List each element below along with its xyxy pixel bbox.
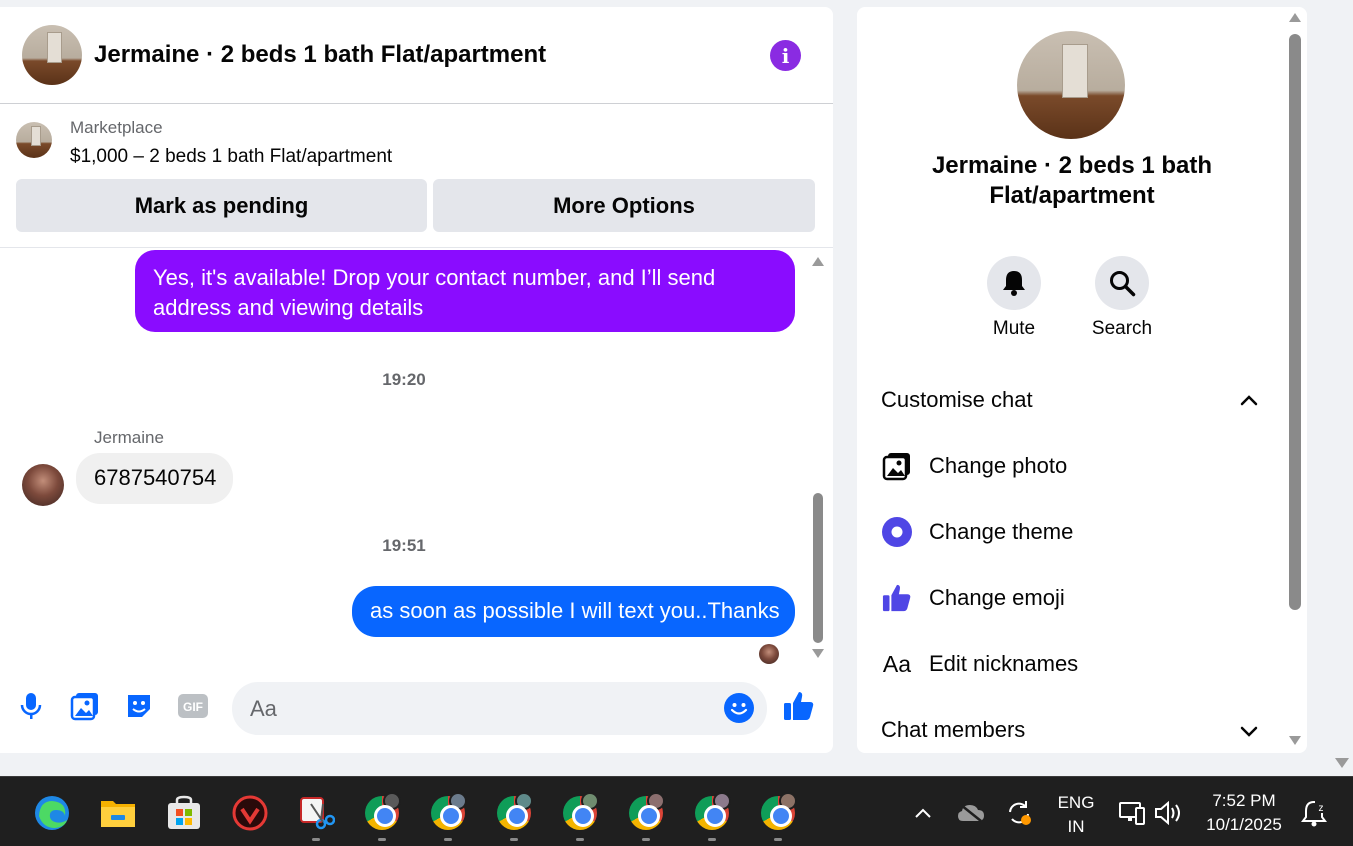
scrollbar-thumb[interactable] <box>1289 34 1301 610</box>
chat-members-label: Chat members <box>881 717 1026 742</box>
network-icon[interactable] <box>1112 793 1152 833</box>
chat-header: Jermaine · 2 beds 1 bath Flat/apartment … <box>0 7 833 104</box>
bell-icon <box>1003 271 1025 296</box>
input-language-indicator[interactable]: ENG IN <box>1052 791 1100 839</box>
conversation-avatar[interactable] <box>1017 31 1125 139</box>
region-code: IN <box>1067 817 1085 836</box>
chat-panel: Jermaine · 2 beds 1 bath Flat/apartment … <box>0 7 833 753</box>
snipping-tool-icon[interactable] <box>296 793 336 833</box>
message-timestamp: 19:20 <box>382 370 426 389</box>
chrome-profile-3-icon[interactable] <box>494 792 534 833</box>
marketplace-listing-title[interactable]: $1,000 – 2 beds 1 bath Flat/apartment <box>70 146 392 168</box>
chrome-profile-4-icon[interactable] <box>560 792 600 833</box>
message-input[interactable] <box>232 682 767 735</box>
scroll-up-arrow-icon[interactable] <box>1289 13 1301 22</box>
marketplace-bar: Marketplace $1,000 – 2 beds 1 bath Flat/… <box>0 104 833 248</box>
more-options-button[interactable]: More Options <box>433 179 815 232</box>
thumbs-up-send-icon[interactable] <box>783 690 815 722</box>
sync-status-icon[interactable] <box>999 793 1039 833</box>
svg-text:z: z <box>1319 803 1324 814</box>
clock[interactable]: 7:52 PM 10/1/2025 <box>1196 789 1292 837</box>
listing-avatar[interactable] <box>22 25 82 85</box>
mute-label: Mute <box>992 318 1036 339</box>
seen-indicator-avatar <box>759 644 779 664</box>
chat-title[interactable]: Jermaine · 2 beds 1 bath Flat/apartment <box>94 41 546 69</box>
running-indicator <box>774 838 782 841</box>
running-indicator <box>444 838 452 841</box>
theme-icon <box>881 516 913 548</box>
thumbs-up-icon <box>881 582 913 614</box>
photo-icon <box>881 450 913 482</box>
gif-icon[interactable]: GIF <box>177 690 209 722</box>
file-explorer-icon[interactable] <box>98 793 138 833</box>
message-list: Yes, it's available! Drop your contact n… <box>0 250 808 670</box>
clock-date: 10/1/2025 <box>1206 815 1282 834</box>
search-label: Search <box>1091 318 1153 339</box>
mute-button[interactable] <box>987 256 1041 310</box>
show-hidden-icons-chevron-icon[interactable] <box>903 793 943 833</box>
chrome-profile-1-icon[interactable] <box>362 792 402 833</box>
scroll-down-arrow-icon[interactable] <box>1289 736 1301 745</box>
change-theme-label: Change theme <box>929 519 1074 544</box>
language-code: ENG <box>1057 793 1095 812</box>
message-composer: GIF <box>0 680 833 736</box>
page-scroll-down-arrow-icon[interactable] <box>1335 758 1349 768</box>
message-timestamp: 19:51 <box>382 536 426 555</box>
mark-as-pending-button[interactable]: Mark as pending <box>16 179 427 232</box>
chat-members-header[interactable]: Chat members <box>881 717 1261 743</box>
info-panel-scrollbar[interactable] <box>1288 10 1302 750</box>
chrome-profile-2-icon[interactable] <box>428 792 468 833</box>
customise-chat-label: Customise chat <box>881 387 1033 412</box>
scrollbar-thumb[interactable] <box>813 493 823 643</box>
scroll-up-arrow-icon[interactable] <box>812 257 824 266</box>
sticker-icon[interactable] <box>123 690 155 722</box>
clock-time: 7:52 PM <box>1212 791 1276 810</box>
emoji-icon[interactable] <box>724 693 754 723</box>
customise-chat-header[interactable]: Customise chat <box>881 387 1261 413</box>
windows-taskbar: ENG IN 7:52 PM 10/1/2025 z <box>0 776 1353 846</box>
volume-icon[interactable] <box>1148 793 1188 833</box>
running-indicator <box>312 838 320 841</box>
change-photo-label: Change photo <box>929 453 1068 478</box>
chrome-profile-5-icon[interactable] <box>626 792 666 833</box>
chevron-up-icon[interactable] <box>1237 389 1261 413</box>
microphone-icon[interactable] <box>15 690 47 722</box>
change-emoji-item[interactable]: Change emoji <box>881 578 1261 618</box>
edit-nicknames-label: Edit nicknames <box>929 651 1079 676</box>
text-aa-icon: Aa <box>882 650 912 677</box>
onedrive-cloud-icon[interactable] <box>951 793 991 833</box>
incoming-message[interactable]: 6787540754 <box>76 453 233 504</box>
conversation-title: Jermaine · 2 beds 1 bath Flat/apartment <box>931 152 1213 209</box>
chevron-down-icon[interactable] <box>1237 719 1261 743</box>
sender-avatar[interactable] <box>22 464 64 506</box>
sender-name: Jermaine <box>94 428 164 447</box>
antivirus-app-icon[interactable] <box>230 793 270 833</box>
running-indicator <box>576 838 584 841</box>
scroll-down-arrow-icon[interactable] <box>812 649 824 658</box>
chrome-profile-6-icon[interactable] <box>692 792 732 833</box>
info-icon[interactable]: i <box>770 40 801 71</box>
running-indicator <box>708 838 716 841</box>
chrome-profile-7-icon[interactable] <box>758 792 798 833</box>
running-indicator <box>642 838 650 841</box>
search-button[interactable] <box>1095 256 1149 310</box>
running-indicator <box>378 838 386 841</box>
outgoing-message[interactable]: as soon as possible I will text you..Tha… <box>352 586 795 637</box>
notifications-bell-icon[interactable]: z <box>1294 793 1334 833</box>
change-theme-item[interactable]: Change theme <box>881 512 1261 552</box>
message-scrollbar[interactable] <box>811 252 825 670</box>
edge-browser-icon[interactable] <box>32 793 72 833</box>
running-indicator <box>510 838 518 841</box>
conversation-info-panel: Jermaine · 2 beds 1 bath Flat/apartment … <box>857 7 1307 753</box>
change-emoji-label: Change emoji <box>929 585 1065 610</box>
marketplace-label: Marketplace <box>70 118 163 137</box>
edit-nicknames-item[interactable]: Aa Edit nicknames <box>881 644 1261 684</box>
photo-attach-icon[interactable] <box>69 690 101 722</box>
microsoft-store-icon[interactable] <box>164 793 204 833</box>
search-icon <box>1110 271 1136 297</box>
marketplace-listing-thumbnail[interactable] <box>16 122 52 158</box>
outgoing-message[interactable]: Yes, it's available! Drop your contact n… <box>135 250 795 332</box>
change-photo-item[interactable]: Change photo <box>881 446 1261 486</box>
gif-icon-label: GIF <box>183 700 203 714</box>
